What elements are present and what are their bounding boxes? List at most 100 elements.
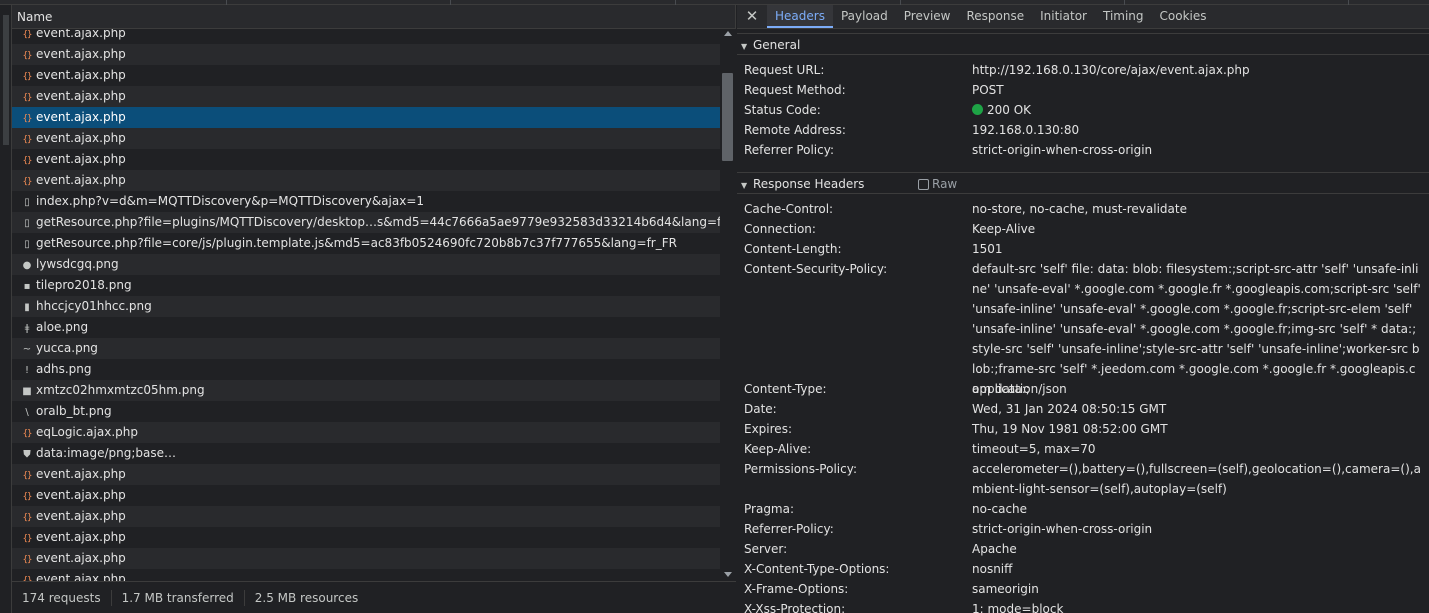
request-row[interactable]: {} event.ajax.php [12, 170, 720, 191]
request-row[interactable]: ▮ hhccjcy01hhcc.png [12, 296, 720, 317]
request-row[interactable]: {} event.ajax.php [12, 65, 720, 86]
request-row[interactable]: ▯ getResource.php?file=plugins/MQTTDiscov… [12, 212, 720, 233]
header-value: nosniff [972, 559, 1422, 579]
header-row: Server: Apache [744, 539, 1424, 559]
header-value-text: accelerometer=(),battery=(),fullscreen=(… [972, 462, 1421, 496]
header-name: X-Xss-Protection: [744, 602, 846, 613]
xhr-icon: {} [22, 114, 33, 124]
request-row[interactable]: ~ yucca.png [12, 338, 720, 359]
request-row[interactable]: {} event.ajax.php [12, 29, 720, 44]
header-value: strict-origin-when-cross-origin [972, 140, 1422, 160]
name-column-header[interactable]: Name [12, 5, 735, 29]
tab-headers[interactable]: Headers [767, 5, 833, 28]
general-section-header[interactable]: ▼ General [737, 33, 1429, 55]
request-list-scrollbar[interactable] [720, 29, 736, 581]
request-row[interactable]: {} eqLogic.ajax.php [12, 422, 720, 443]
request-row[interactable]: ǂ aloe.png [12, 317, 720, 338]
request-list: {} event.ajax.php{} event.ajax.php{} event.… [12, 29, 720, 581]
header-value-text: 192.168.0.130:80 [972, 123, 1080, 137]
request-name: event.ajax.php [36, 509, 126, 523]
header-name: Content-Length: [744, 242, 842, 256]
tab-cookies[interactable]: Cookies [1152, 5, 1215, 28]
request-list-pane: Name {} event.ajax.php{} event.ajax.php{} e… [12, 5, 736, 613]
xhr-icon: {} [22, 30, 33, 40]
request-row[interactable]: ▯ getResource.php?file=core/js/plugin.tem… [12, 233, 720, 254]
request-row[interactable]: {} event.ajax.php [12, 569, 720, 581]
tab-response[interactable]: Response [958, 5, 1032, 28]
header-row: Referrer Policy: strict-origin-when-cross… [744, 140, 1424, 160]
raw-checkbox[interactable] [918, 178, 929, 190]
request-row[interactable]: ⛊ data:image/png;base… [12, 443, 720, 464]
request-name: event.ajax.php [36, 47, 126, 61]
request-row[interactable]: {} event.ajax.php [12, 506, 720, 527]
request-row[interactable]: {} event.ajax.php [12, 107, 720, 128]
header-row: Cache-Control: no-store, no-cache, must-r… [744, 199, 1424, 219]
header-row: Content-Length: 1501 [744, 239, 1424, 259]
header-value: application/json [972, 379, 1422, 399]
request-row[interactable]: {} event.ajax.php [12, 527, 720, 548]
close-icon[interactable]: ✕ [737, 5, 767, 28]
header-value-text: Wed, 31 Jan 2024 08:50:15 GMT [972, 402, 1167, 416]
xhr-icon: {} [22, 513, 33, 523]
header-value: default-src 'self' file: data: blob: fil… [972, 259, 1422, 399]
image-thumb-icon: ▮ [24, 302, 30, 313]
request-row[interactable]: {} event.ajax.php [12, 149, 720, 170]
scrollbar-thumb[interactable] [722, 73, 733, 161]
request-row[interactable]: ! adhs.png [12, 359, 720, 380]
tab-preview[interactable]: Preview [896, 5, 959, 28]
request-row[interactable]: {} event.ajax.php [12, 86, 720, 107]
header-value-text: no-store, no-cache, must-revalidate [972, 202, 1187, 216]
request-row[interactable]: ● lywsdcgq.png [12, 254, 720, 275]
request-row[interactable]: {} event.ajax.php [12, 128, 720, 149]
header-row: Referrer-Policy: strict-origin-when-cross… [744, 519, 1424, 539]
request-row[interactable]: ▯ index.php?v=d&m=MQTTDiscovery&p=MQTTDis… [12, 191, 720, 212]
header-row: X-Content-Type-Options: nosniff [744, 559, 1424, 579]
tab-initiator[interactable]: Initiator [1032, 5, 1095, 28]
xhr-icon: {} [22, 555, 33, 565]
header-value-text: 200 OK [987, 103, 1032, 117]
request-name: aloe.png [36, 320, 89, 334]
scroll-down-icon[interactable] [724, 572, 732, 577]
header-value-text: http://192.168.0.130/core/ajax/event.aja… [972, 63, 1250, 77]
request-row[interactable]: {} event.ajax.php [12, 485, 720, 506]
request-row[interactable]: ■ xmtzc02hmxmtzc05hm.png [12, 380, 720, 401]
request-row[interactable]: ▪ tilepro2018.png [12, 275, 720, 296]
header-value-text: strict-origin-when-cross-origin [972, 143, 1153, 157]
header-name: Connection: [744, 222, 816, 236]
header-row: Permissions-Policy: accelerometer=(),batt… [744, 459, 1424, 499]
header-value-text: Apache [972, 542, 1017, 556]
xhr-icon: {} [22, 93, 33, 103]
request-row[interactable]: {} event.ajax.php [12, 464, 720, 485]
header-row: Request URL: http://192.168.0.130/core/aj… [744, 60, 1424, 80]
document-icon: ▯ [24, 239, 30, 250]
header-name: Remote Address: [744, 123, 846, 137]
tab-payload[interactable]: Payload [833, 5, 896, 28]
header-value-text: application/json [972, 382, 1067, 396]
header-name: Request URL: [744, 63, 825, 77]
request-detail-pane: ✕ Headers Payload Preview Response Initi… [737, 5, 1429, 613]
request-name: tilepro2018.png [36, 278, 132, 292]
request-name: xmtzc02hmxmtzc05hm.png [36, 383, 205, 397]
tab-timing[interactable]: Timing [1095, 5, 1152, 28]
request-name: event.ajax.php [36, 173, 126, 187]
header-row: Remote Address: 192.168.0.130:80 [744, 120, 1424, 140]
request-row[interactable]: {} event.ajax.php [12, 548, 720, 569]
header-row: Content-Security-Policy: default-src 'sel… [744, 259, 1424, 396]
header-row: Status Code: 200 OK [744, 100, 1424, 120]
response-headers-section-header[interactable]: ▼ Response Headers Raw [737, 172, 1429, 194]
network-status-bar: 174 requests 1.7 MB transferred 2.5 MB r… [12, 581, 736, 613]
request-name: adhs.png [36, 362, 92, 376]
header-value-text: 1; mode=block [972, 602, 1064, 613]
scroll-up-icon[interactable] [724, 31, 732, 36]
header-value: timeout=5, max=70 [972, 439, 1422, 459]
request-name: oralb_bt.png [36, 404, 112, 418]
request-row[interactable]: \ oralb_bt.png [12, 401, 720, 422]
resources-size: 2.5 MB resources [254, 590, 359, 605]
response-headers-section-title: Response Headers [753, 177, 865, 191]
request-name: event.ajax.php [36, 89, 126, 103]
header-name: Date: [744, 402, 777, 416]
raw-toggle[interactable]: Raw [918, 178, 957, 190]
request-name: event.ajax.php [36, 530, 126, 544]
header-value: 200 OK [972, 100, 1422, 120]
request-row[interactable]: {} event.ajax.php [12, 44, 720, 65]
